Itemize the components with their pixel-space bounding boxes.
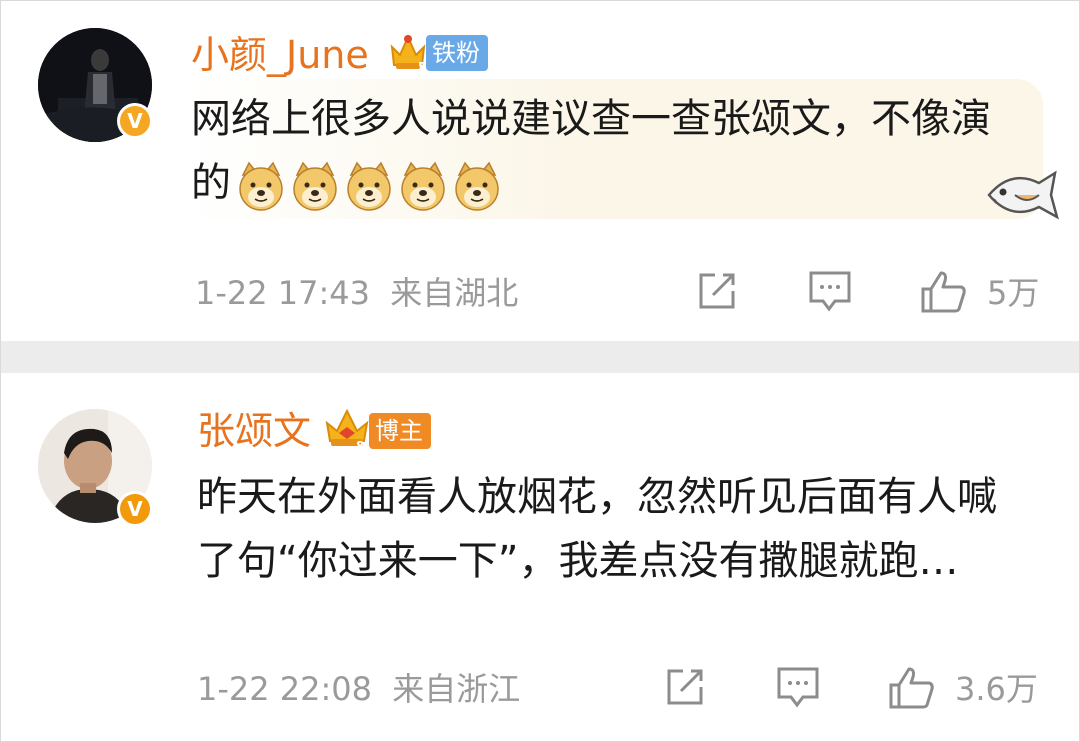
fan-tag: 铁粉 bbox=[426, 35, 488, 71]
username[interactable]: 张颂文 bbox=[197, 409, 311, 453]
username[interactable]: 小颜_June bbox=[191, 33, 369, 77]
doge-emoji bbox=[239, 161, 283, 211]
share-icon[interactable] bbox=[663, 665, 709, 707]
like-count: 3.6万 bbox=[955, 670, 1038, 708]
blogger-tag: 博主 bbox=[369, 413, 431, 449]
level-text: 8 bbox=[356, 439, 364, 451]
share-icon[interactable] bbox=[695, 269, 741, 311]
crown-icon: 8 bbox=[325, 408, 369, 451]
like-icon[interactable] bbox=[887, 665, 937, 711]
comment-icon[interactable] bbox=[775, 665, 821, 709]
comment-item: V 小颜_June 5 铁粉 网络上很多人说说建议查一查张颂文，不像演的 1-2… bbox=[1, 1, 1079, 341]
emoji-row bbox=[235, 153, 505, 217]
comment-text: 网络上很多人说说建议查一查张颂文，不像演的 bbox=[191, 87, 1021, 217]
section-divider bbox=[1, 341, 1079, 373]
doge-emoji bbox=[293, 161, 337, 211]
doge-emoji bbox=[401, 161, 445, 211]
comment-list: V 小颜_June 5 铁粉 网络上很多人说说建议查一查张颂文，不像演的 1-2… bbox=[0, 0, 1080, 742]
comment-text: 昨天在外面看人放烟花，忽然听见后面有人喊了句“你过来一下”，我差点没有撒腿就跑… bbox=[197, 474, 997, 584]
comment-actions: 5万 bbox=[1, 267, 1079, 317]
fish-sticker bbox=[987, 170, 1059, 220]
comment-item: V 张颂文 8 博主 昨天在外面看人放烟花，忽然听见后面有人喊了句“你过来一下”… bbox=[1, 373, 1079, 741]
like-icon[interactable] bbox=[919, 269, 969, 315]
verified-badge: V bbox=[117, 491, 153, 527]
crown-icon: 5 bbox=[390, 34, 426, 73]
comment-actions: 3.6万 bbox=[1, 663, 1079, 713]
doge-emoji bbox=[455, 161, 499, 211]
comment-icon[interactable] bbox=[807, 269, 853, 313]
verified-badge: V bbox=[117, 103, 153, 139]
doge-emoji bbox=[347, 161, 391, 211]
like-count: 5万 bbox=[987, 274, 1040, 312]
